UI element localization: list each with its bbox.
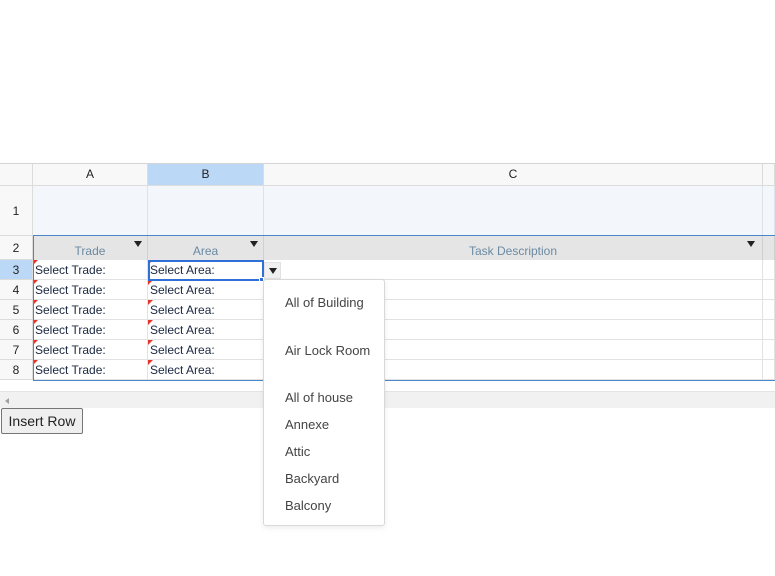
trade-header-cell[interactable]: Trade (33, 236, 148, 260)
trade-filter-dropdown-icon[interactable] (134, 241, 142, 247)
horizontal-scrollbar[interactable] (0, 391, 775, 408)
cell-d[interactable] (763, 360, 775, 380)
cell-b1[interactable] (148, 186, 264, 236)
area-cell[interactable]: Select Area: (148, 280, 264, 300)
row-header-8[interactable]: 8 (0, 360, 33, 380)
row-header-1[interactable]: 1 (0, 186, 33, 236)
trade-cell[interactable]: Select Trade: (33, 340, 148, 360)
column-header-a[interactable]: A (33, 164, 148, 186)
cell-d[interactable] (763, 340, 775, 360)
dropdown-option[interactable]: Backyard (285, 468, 380, 489)
row-header-2[interactable]: 2 (0, 236, 33, 260)
row-header-4[interactable]: 4 (0, 280, 33, 300)
trade-cell[interactable]: Select Trade: (33, 320, 148, 340)
cell-d2[interactable] (763, 236, 775, 260)
trade-header-label: Trade (74, 244, 106, 258)
trade-cell[interactable]: Select Trade: (33, 280, 148, 300)
area-cell[interactable]: Select Area: (148, 260, 264, 280)
trade-cell[interactable]: Select Trade: (33, 360, 148, 380)
cell-d[interactable] (763, 280, 775, 300)
dropdown-option[interactable]: All of Building (285, 292, 380, 313)
cell-d[interactable] (763, 320, 775, 340)
trade-cell[interactable]: Select Trade: (33, 300, 148, 320)
row-header-3[interactable]: 3 (0, 260, 33, 280)
area-cell[interactable]: Select Area: (148, 340, 264, 360)
row-header-6[interactable]: 6 (0, 320, 33, 340)
area-filter-dropdown-icon[interactable] (250, 241, 258, 247)
dropdown-option[interactable]: Balcony (285, 495, 380, 516)
cell-dropdown-button[interactable] (264, 262, 281, 279)
area-cell[interactable]: Select Area: (148, 360, 264, 380)
task-filter-dropdown-icon[interactable] (747, 241, 755, 247)
cell-a1[interactable] (33, 186, 148, 236)
area-header-label: Area (192, 244, 219, 258)
area-cell[interactable]: Select Area: (148, 300, 264, 320)
dropdown-option[interactable]: Attic (285, 441, 380, 462)
task-description-header-label: Task Description (468, 244, 558, 258)
column-header-d[interactable] (763, 164, 775, 186)
row-header-5[interactable]: 5 (0, 300, 33, 320)
column-header-c[interactable]: C (264, 164, 763, 186)
insert-row-button[interactable]: Insert Row (1, 408, 83, 434)
scroll-left-icon[interactable] (5, 398, 9, 404)
cell-d1[interactable] (763, 186, 775, 236)
corner-cell[interactable] (0, 164, 33, 186)
cell-d[interactable] (763, 300, 775, 320)
task-description-cell[interactable] (264, 260, 763, 280)
dropdown-option[interactable]: Air Lock Room (285, 340, 380, 361)
area-dropdown-list[interactable]: All of Building Air Lock Room All of hou… (263, 279, 385, 526)
area-cell[interactable]: Select Area: (148, 320, 264, 340)
cell-d[interactable] (763, 260, 775, 280)
area-header-cell[interactable]: Area (148, 236, 264, 260)
dropdown-option[interactable]: All of house (285, 387, 380, 408)
column-header-b[interactable]: B (148, 164, 264, 186)
cell-c1[interactable] (264, 186, 763, 236)
trade-cell[interactable]: Select Trade: (33, 260, 148, 280)
task-description-header-cell[interactable]: Task Description (264, 236, 763, 260)
dropdown-option[interactable]: Annexe (285, 414, 380, 435)
row-header-7[interactable]: 7 (0, 340, 33, 360)
spreadsheet-grid: A B C 1 2 Trade Area Task Description 3 … (0, 163, 775, 408)
